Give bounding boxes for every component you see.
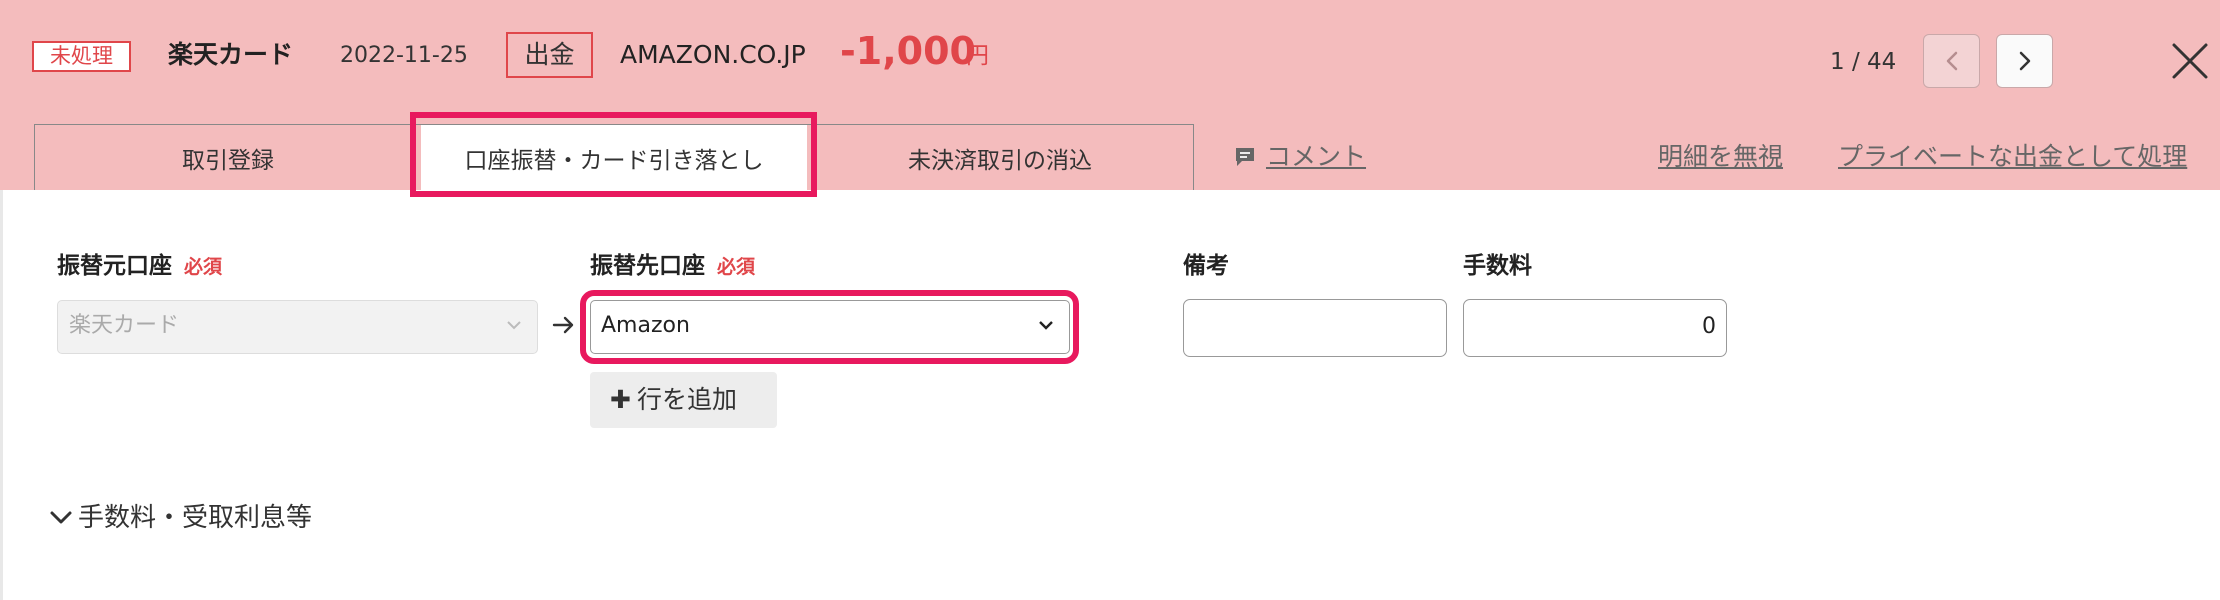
chevron-down-icon (50, 511, 72, 524)
plus-icon: ✚ (610, 385, 631, 414)
tab-unsettled-clearing[interactable]: 未決済取引の消込 (807, 125, 1193, 190)
tab-transaction-register[interactable]: 取引登録 (35, 125, 421, 190)
tab-bar: 取引登録 口座振替・カード引き落とし 未決済取引の消込 (34, 124, 1194, 190)
close-button[interactable] (2170, 41, 2210, 81)
status-badge: 未処理 (32, 41, 131, 72)
from-account-value: 楽天カード (69, 313, 180, 338)
from-account-label-text: 振替元口座 (57, 253, 172, 279)
to-account-select[interactable]: Amazon (590, 300, 1070, 354)
add-row-label: 行を追加 (636, 385, 737, 414)
to-account-label-text: 振替先口座 (590, 253, 705, 279)
tab-account-transfer[interactable]: 口座振替・カード引き落とし (421, 125, 807, 190)
arrow-right-icon (550, 310, 578, 344)
pager-count: 1 / 44 (1830, 49, 1897, 75)
previous-button[interactable] (1923, 34, 1980, 88)
to-account-value: Amazon (601, 313, 690, 338)
chevron-left-icon (1946, 51, 1957, 71)
fees-interest-toggle[interactable]: 手数料・受取利息等 (48, 500, 312, 536)
next-button[interactable] (1996, 34, 2053, 88)
panel-border (0, 190, 3, 600)
chevron-down-icon (505, 301, 523, 370)
required-badge: 必須 (717, 256, 756, 278)
remarks-label: 備考 (1183, 253, 1229, 279)
transaction-date: 2022-11-25 (340, 43, 468, 68)
fee-input[interactable]: 0 (1463, 299, 1727, 357)
account-name: 楽天カード (168, 40, 294, 69)
fees-interest-label: 手数料・受取利息等 (78, 503, 313, 533)
transaction-amount: -1,000 (840, 29, 976, 73)
from-account-select: 楽天カード (57, 300, 538, 354)
currency-unit: 円 (966, 43, 989, 69)
remarks-input[interactable] (1183, 299, 1447, 357)
required-badge: 必須 (184, 256, 223, 278)
ignore-detail-link[interactable]: 明細を無視 (1658, 140, 1783, 174)
comment-link-label: コメント (1266, 142, 1367, 171)
comment-icon (1236, 148, 1254, 166)
comment-link[interactable]: コメント (1234, 140, 1366, 174)
chevron-right-icon (2019, 51, 2030, 71)
chevron-down-icon (1037, 301, 1055, 370)
to-account-label: 振替先口座 必須 (590, 250, 755, 283)
from-account-label: 振替元口座 必須 (57, 250, 222, 283)
close-icon (2172, 43, 2208, 79)
merchant-name: AMAZON.CO.JP (620, 40, 806, 69)
transaction-type-badge: 出金 (506, 32, 593, 78)
fee-label: 手数料 (1463, 253, 1532, 279)
private-expense-link[interactable]: プライベートな出金として処理 (1838, 140, 2187, 174)
add-row-button[interactable]: ✚ 行を追加 (590, 372, 777, 428)
